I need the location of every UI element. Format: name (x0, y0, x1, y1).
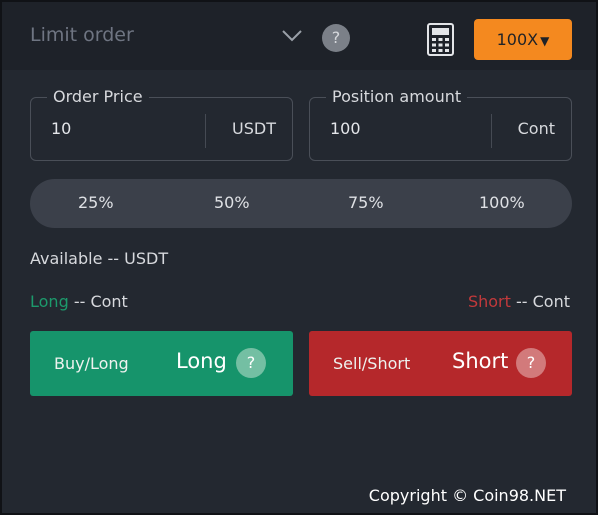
leverage-button[interactable]: 100X ▼ (474, 19, 572, 60)
order-price-input[interactable]: 10 (51, 119, 71, 138)
order-price-unit: USDT (232, 119, 276, 138)
leverage-value: 100X (496, 30, 539, 49)
long-value: -- Cont (73, 292, 128, 311)
buy-long-button[interactable]: Buy/Long Long ? (30, 331, 293, 396)
percent-50-button[interactable]: 50% (214, 193, 250, 212)
help-icon[interactable]: ? (516, 348, 546, 378)
short-value: -- Cont (515, 292, 570, 311)
help-icon[interactable]: ? (322, 24, 350, 52)
order-price-field[interactable]: Order Price 10 USDT (30, 86, 293, 161)
percent-100-button[interactable]: 100% (479, 193, 525, 212)
buy-long-label: Long (176, 349, 227, 373)
chevron-down-icon[interactable] (281, 29, 303, 43)
position-amount-label: Position amount (326, 86, 468, 108)
short-position-info: Short -- Cont (468, 292, 570, 311)
available-value: -- USDT (107, 249, 169, 268)
buy-long-sublabel: Buy/Long (54, 354, 129, 373)
order-type-select[interactable]: Limit order (30, 24, 134, 46)
copyright-text: Copyright © Coin98.NET (368, 486, 566, 505)
caret-down-icon: ▼ (540, 34, 550, 48)
order-price-label: Order Price (47, 86, 149, 108)
sell-short-button[interactable]: Sell/Short Short ? (309, 331, 572, 396)
order-header: Limit order ? 100X ▼ (2, 2, 596, 70)
trade-panel: Limit order ? 100X ▼ Order Price 10 USDT … (0, 0, 598, 515)
position-amount-unit: Cont (517, 119, 555, 138)
help-icon[interactable]: ? (236, 348, 266, 378)
percent-selector: 25% 50% 75% 100% (30, 179, 572, 228)
sell-short-label: Short (452, 349, 509, 373)
sell-short-sublabel: Sell/Short (333, 354, 411, 373)
percent-25-button[interactable]: 25% (78, 193, 114, 212)
short-label: Short (467, 292, 511, 311)
field-divider (205, 114, 206, 148)
long-label: Long (30, 292, 69, 311)
position-amount-input[interactable]: 100 (330, 119, 361, 138)
position-amount-field[interactable]: Position amount 100 Cont (309, 86, 572, 161)
long-position-info: Long -- Cont (30, 292, 128, 311)
field-divider (491, 114, 492, 148)
available-balance: Available -- USDT (30, 249, 168, 268)
available-label: Available (30, 249, 103, 268)
percent-75-button[interactable]: 75% (348, 193, 384, 212)
calculator-icon[interactable] (427, 23, 454, 56)
